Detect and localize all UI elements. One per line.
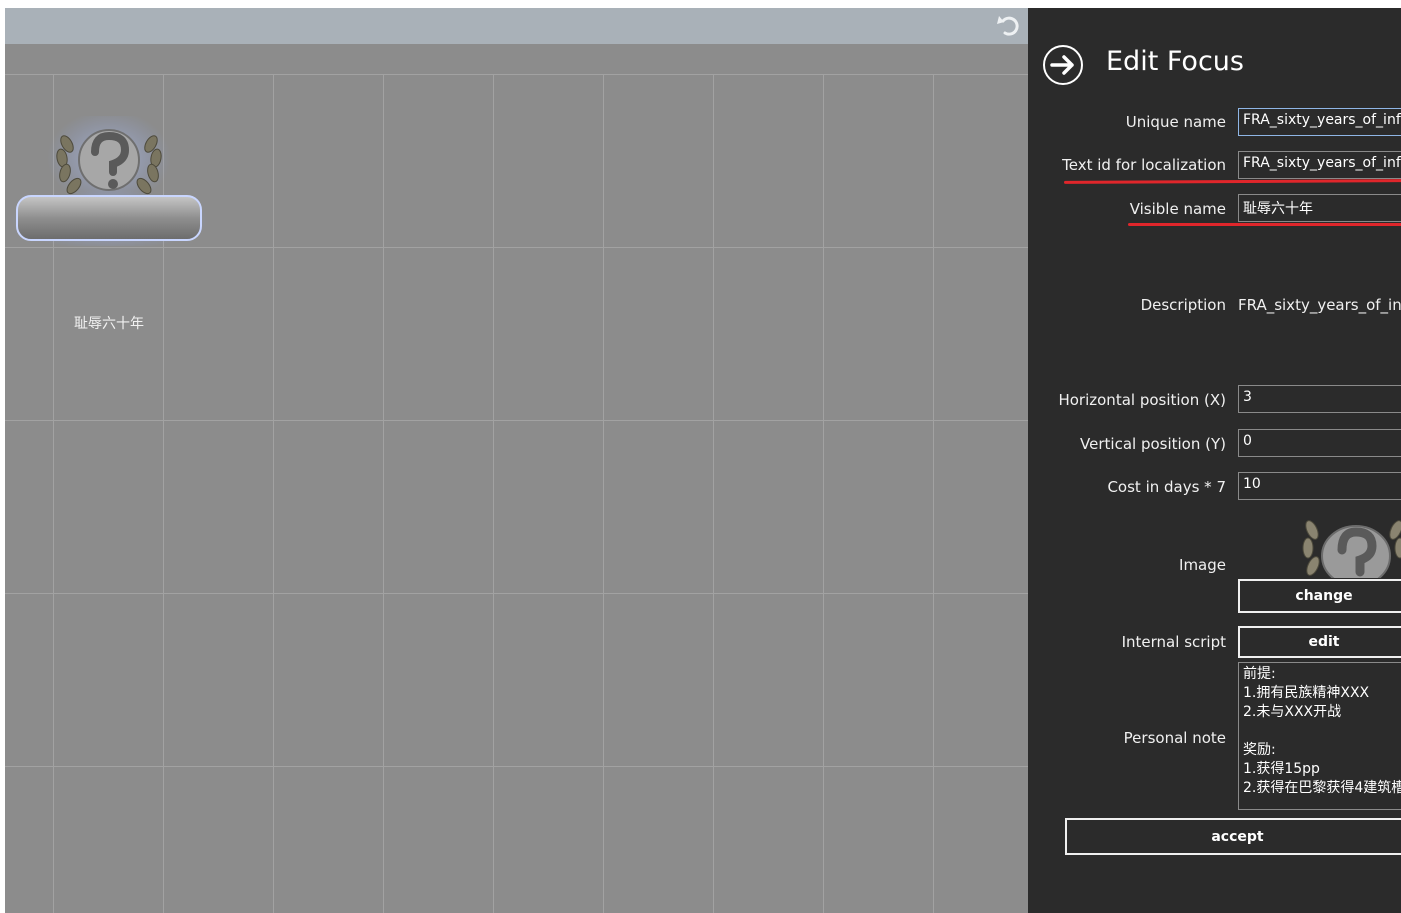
red-underline-annotation [1128,223,1401,226]
text-id-input[interactable]: FRA_sixty_years_of_infa [1238,151,1401,179]
arrow-right-circle-icon[interactable] [1042,44,1084,86]
internal-script-label: Internal script [1121,633,1226,651]
grid-line-horizontal [5,420,1028,421]
unique-name-input[interactable]: FRA_sixty_years_of_infa [1238,108,1401,136]
visible-name-input[interactable]: 耻辱六十年 [1238,194,1401,222]
horizontal-position-label: Horizontal position (X) [1058,391,1226,409]
vertical-position-input[interactable]: 0 [1238,429,1401,457]
red-underline-annotation [1063,179,1401,184]
panel-title: Edit Focus [1106,46,1244,77]
description-value: FRA_sixty_years_of_infa [1238,296,1401,314]
description-label: Description [1140,296,1226,314]
unique-name-label: Unique name [1125,113,1226,131]
grid-line-horizontal [5,247,1028,248]
focus-node-label: 耻辱六十年 [74,316,144,332]
grid-line-vertical [603,74,604,913]
image-label: Image [1179,556,1226,574]
grid-line-vertical [713,74,714,913]
cost-label: Cost in days * 7 [1107,478,1226,496]
grid-line-horizontal [5,74,1028,75]
text-id-label: Text id for localization [1062,156,1226,174]
grid-line-horizontal [5,766,1028,767]
grid-line-vertical [823,74,824,913]
question-mark-laurel-icon [1302,520,1401,578]
horizontal-position-input[interactable]: 3 [1238,385,1401,413]
grid-line-vertical [493,74,494,913]
personal-note-label: Personal note [1123,729,1226,747]
undo-icon[interactable] [996,12,1022,38]
edit-focus-panel: Edit Focus Unique name FRA_sixty_years_o… [1028,8,1401,913]
edit-script-button[interactable]: edit [1238,626,1401,658]
change-image-button[interactable]: change [1238,579,1401,613]
visible-name-label: Visible name [1129,200,1226,218]
grid-line-vertical [933,74,934,913]
grid-line-vertical [273,74,274,913]
canvas-toolbar [5,8,1028,44]
personal-note-textarea[interactable]: 前提: 1.拥有民族精神XXX 2.未与XXX开战 奖励: 1.获得15pp 2… [1238,662,1401,810]
question-mark-laurel-icon [9,110,209,250]
vertical-position-label: Vertical position (Y) [1080,435,1226,453]
grid-line-horizontal [5,593,1028,594]
focus-tree-canvas[interactable]: 耻辱六十年 [5,8,1028,913]
cost-input[interactable]: 10 [1238,472,1401,500]
grid-line-vertical [383,74,384,913]
focus-node[interactable]: 耻辱六十年 [9,110,209,332]
accept-button[interactable]: accept [1065,818,1401,855]
